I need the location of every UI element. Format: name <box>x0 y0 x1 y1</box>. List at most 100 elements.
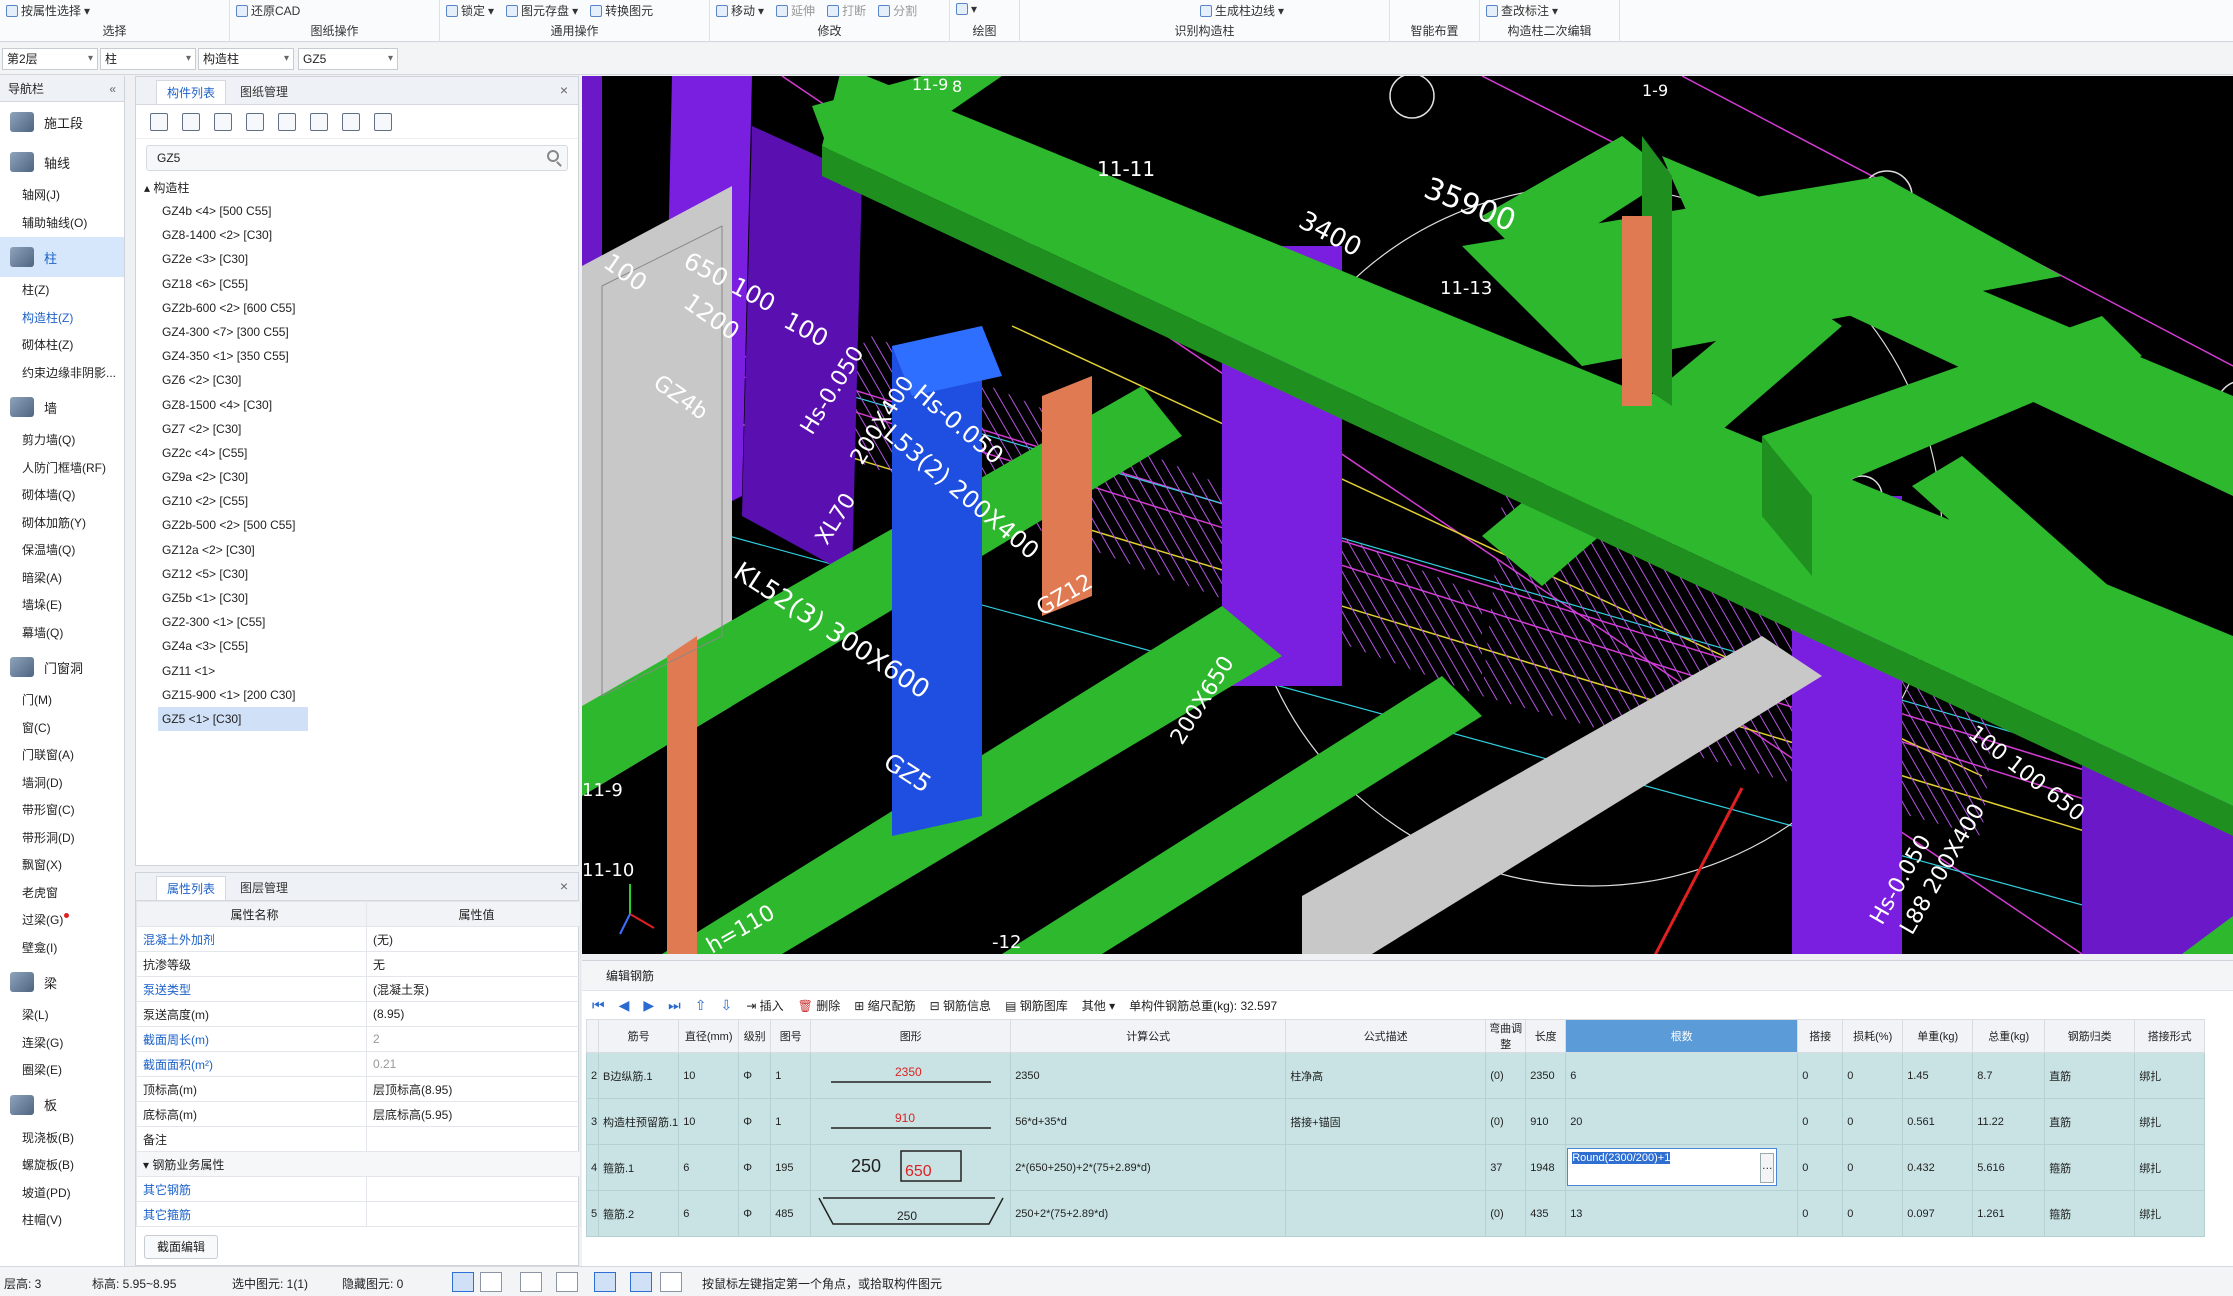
rebar-cell-desc[interactable]: 搭接+锚固 <box>1285 1098 1487 1145</box>
nav-item[interactable]: 柱帽(V) <box>0 1207 124 1235</box>
floor-select[interactable]: 第2层 <box>2 48 98 70</box>
column-header[interactable]: 总重(kg) <box>1972 1019 2046 1053</box>
rebar-cell-bend[interactable]: (0) <box>1485 1190 1527 1237</box>
rebar-cell-laptype[interactable]: 绑扎 <box>2134 1098 2206 1145</box>
nav-item[interactable]: 圈梁(E) <box>0 1057 124 1085</box>
component-tree-item[interactable]: GZ4-300 <7> [300 C55] <box>158 320 308 344</box>
move-up-icon[interactable]: ⇧ <box>695 997 707 1014</box>
select-by-attr-button[interactable]: 按属性选择 ▾ <box>6 2 90 19</box>
count-input[interactable]: Round(2300/200)+1… <box>1567 1148 1778 1186</box>
rebar-cell-lap[interactable]: 0 <box>1797 1144 1844 1191</box>
lock-button[interactable]: 锁定 ▾ <box>446 2 494 19</box>
angle-icon[interactable] <box>556 1272 578 1292</box>
component-tree-item[interactable]: GZ4-350 <1> [350 C55] <box>158 344 308 368</box>
rebar-cell-cat[interactable]: 直筋 <box>2044 1052 2136 1099</box>
component-tree-item[interactable]: GZ2b-600 <2> [600 C55] <box>158 296 308 320</box>
property-section[interactable]: ▾ 钢筋业务属性 <box>136 1151 581 1177</box>
rebar-cell-laptype[interactable]: 绑扎 <box>2134 1190 2206 1237</box>
nav-category[interactable]: 板 <box>0 1085 124 1125</box>
nav-category[interactable]: 施工段 <box>0 102 124 142</box>
rebar-cell-dia[interactable]: 6 <box>678 1190 740 1237</box>
component-tree-item[interactable]: GZ6 <2> [C30] <box>158 368 308 392</box>
rebar-cell-grade[interactable]: Φ <box>738 1052 772 1099</box>
rebar-cell-lap[interactable]: 0 <box>1797 1052 1844 1099</box>
rebar-cell-formula[interactable]: 250+2*(75+2.89*d) <box>1010 1190 1287 1237</box>
restore-cad-button[interactable]: 还原CAD <box>236 2 300 19</box>
nav-item[interactable]: 坡道(PD) <box>0 1180 124 1208</box>
display-icon[interactable] <box>630 1272 652 1292</box>
tab-properties[interactable]: 属性列表 <box>156 876 227 900</box>
rebar-cell-unit[interactable]: 0.432 <box>1902 1144 1974 1191</box>
nav-item[interactable]: 墙洞(D) <box>0 770 124 798</box>
property-value[interactable] <box>366 1126 581 1152</box>
snap-icon[interactable] <box>480 1272 502 1292</box>
rebar-cell-desc[interactable]: 柱净高 <box>1285 1052 1487 1099</box>
property-value[interactable]: (混凝土泵) <box>366 976 581 1002</box>
property-value[interactable]: 无 <box>366 951 581 977</box>
category-select[interactable]: 柱 <box>100 48 196 70</box>
nav-item[interactable]: 老虎窗 <box>0 880 124 908</box>
close-icon[interactable]: × <box>560 82 568 98</box>
rebar-cell-total[interactable]: 11.22 <box>1972 1098 2046 1145</box>
nav-item[interactable]: 壁龛(I) <box>0 935 124 963</box>
component-tree-item[interactable]: GZ15-900 <1> [200 C30] <box>158 683 308 707</box>
rebar-library-button[interactable]: ▤ 钢筋图库 <box>1005 997 1068 1014</box>
rebar-cell-fig[interactable]: 195 <box>770 1144 812 1191</box>
component-tree-item[interactable]: GZ18 <6> [C55] <box>158 272 308 296</box>
last-icon[interactable]: ⏭ <box>668 997 681 1014</box>
nav-category[interactable]: 轴线 <box>0 142 124 182</box>
rebar-cell-laptype[interactable]: 绑扎 <box>2134 1144 2206 1191</box>
column-header[interactable]: 搭接形式 <box>2134 1019 2206 1053</box>
rebar-cell-total[interactable]: 5.616 <box>1972 1144 2046 1191</box>
scale-rebar-button[interactable]: ⊞ 缩尺配筋 <box>854 997 915 1014</box>
component-search[interactable]: GZ5 <box>146 145 568 171</box>
nav-item[interactable]: 门联窗(A) <box>0 742 124 770</box>
column-header[interactable]: 单重(kg) <box>1902 1019 1974 1053</box>
nav-item[interactable]: 幕墙(Q) <box>0 620 124 648</box>
cross-icon[interactable] <box>520 1272 542 1292</box>
rebar-shape[interactable]: 2350 <box>810 1052 1012 1099</box>
column-header[interactable]: 级别 <box>738 1019 772 1053</box>
nav-item[interactable]: 柱(Z) <box>0 277 124 305</box>
new-component-icon[interactable] <box>150 112 168 131</box>
rebar-cell-lap[interactable]: 0 <box>1797 1098 1844 1145</box>
grid-icon[interactable] <box>374 112 392 131</box>
component-tree-item[interactable]: GZ12 <5> [C30] <box>158 562 308 586</box>
nav-item[interactable]: 墙垛(E) <box>0 592 124 620</box>
component-tree-item[interactable]: GZ4b <4> [500 C55] <box>158 199 308 223</box>
component-tree-item[interactable]: GZ4a <3> [C55] <box>158 634 308 658</box>
column-header[interactable]: 根数 <box>1565 1019 1799 1053</box>
rebar-cell-idx[interactable]: 3 <box>586 1098 599 1145</box>
rebar-cell-len[interactable]: 2350 <box>1525 1052 1567 1099</box>
collapse-icon[interactable]: « <box>109 76 116 102</box>
property-value[interactable]: 层顶标高(8.95) <box>366 1076 581 1102</box>
gen-column-edge-button[interactable]: 生成柱边线 ▾ <box>1200 2 1284 19</box>
tab-component-list[interactable]: 构件列表 <box>156 80 227 104</box>
nav-category[interactable]: 柱 <box>0 237 124 277</box>
rebar-cell-dia[interactable]: 10 <box>678 1052 740 1099</box>
rebar-info-button[interactable]: ⊟ 钢筋信息 <box>930 997 991 1014</box>
rebar-cell-dia[interactable]: 6 <box>678 1144 740 1191</box>
rebar-cell-idx[interactable]: 5 <box>586 1190 599 1237</box>
nav-category[interactable]: 梁 <box>0 962 124 1002</box>
rebar-cell-grade[interactable]: Φ <box>738 1190 772 1237</box>
arc-draw-button[interactable]: ▾ <box>956 2 977 16</box>
column-header[interactable]: 计算公式 <box>1010 1019 1287 1053</box>
nav-item[interactable]: 过梁(G) <box>0 907 124 935</box>
nav-category[interactable]: 墙 <box>0 387 124 427</box>
rebar-row[interactable]: 3 构造柱预留筋.1 10 Φ 1 910 56*d+35*d 搭接+锚固 (0) 910 20 0 0… <box>586 1098 2206 1145</box>
component-tree-item[interactable]: GZ5b <1> [C30] <box>158 586 308 610</box>
rebar-cell-cat[interactable]: 箍筋 <box>2044 1144 2136 1191</box>
nav-item[interactable]: 辅助轴线(O) <box>0 210 124 238</box>
column-header[interactable]: 图形 <box>810 1019 1012 1053</box>
nav-item[interactable]: 人防门框墙(RF) <box>0 455 124 483</box>
nav-item[interactable]: 砌体墙(Q) <box>0 482 124 510</box>
break-button[interactable]: 打断 <box>827 2 866 19</box>
rebar-cell-count[interactable]: 13 <box>1565 1190 1799 1237</box>
rebar-cell-loss[interactable]: 0 <box>1842 1190 1904 1237</box>
rebar-row[interactable]: 5 箍筋.2 6 Φ 485 250 250+2*(75+2.89*d) (0) 435 13 0 0… <box>586 1190 2206 1237</box>
search-input[interactable]: GZ5 <box>157 151 180 165</box>
nav-item[interactable]: 轴网(J) <box>0 182 124 210</box>
component-select[interactable]: GZ5 <box>298 48 398 70</box>
ortho-icon[interactable] <box>452 1272 474 1292</box>
